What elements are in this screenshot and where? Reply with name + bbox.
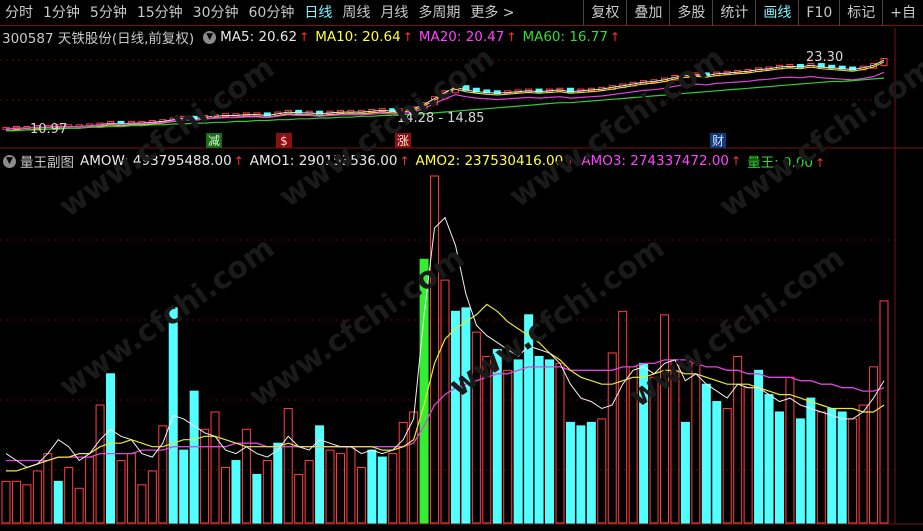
volume-bar: [158, 425, 168, 524]
volume-bar: [95, 404, 105, 524]
volume-bar: [513, 359, 523, 524]
volume-bar: [649, 376, 659, 524]
volume-bar: [837, 411, 847, 524]
volume-bar: [555, 362, 565, 524]
volume-bar: [106, 373, 116, 524]
volume-bar: [816, 411, 826, 524]
low-price-label: 10.97: [30, 122, 67, 137]
volume-bar: [628, 366, 638, 524]
volume-bar: [200, 428, 210, 524]
volume-bar: [252, 473, 262, 524]
volume-bar: [754, 369, 764, 524]
volume-bar: [879, 300, 889, 524]
volume-bar: [848, 418, 858, 524]
volume-bar: [471, 331, 481, 524]
volume-bar: [858, 404, 868, 524]
volume-bar: [346, 446, 356, 524]
volume-bar: [806, 397, 816, 524]
volume-bar: [827, 407, 837, 524]
event-marker-label-2: 涨: [397, 133, 409, 148]
volume-bar: [377, 456, 387, 524]
volume-bar: [618, 310, 628, 524]
volume-bar: [764, 394, 774, 524]
high-price-label: 23.30: [806, 50, 843, 65]
event-marker-label-3: 财: [712, 134, 724, 148]
volume-bar: [32, 470, 42, 524]
volume-bar: [53, 480, 63, 524]
volume-bar: [545, 359, 555, 524]
volume-bar: [43, 453, 53, 524]
volume-bar: [586, 421, 596, 524]
volume-bar: [294, 473, 304, 524]
volume-bar: [179, 449, 189, 524]
volume-bar: [440, 279, 450, 524]
volume-bar: [398, 421, 408, 524]
volume-bar: [576, 425, 586, 524]
volume-bar: [722, 407, 732, 524]
volume-bar: [1, 480, 11, 524]
volume-bar: [74, 487, 84, 524]
volume-bar: [701, 383, 711, 524]
volume-bar: [335, 453, 345, 524]
volume-bar: [597, 418, 607, 524]
volume-bar: [795, 418, 805, 524]
volume-bar: [639, 362, 649, 524]
volume-bar: [503, 369, 513, 524]
volume-bar: [733, 355, 743, 524]
volume-bar: [419, 258, 429, 524]
volume-bar: [660, 314, 669, 524]
volume-bar: [273, 442, 283, 524]
volume-bar: [356, 466, 366, 524]
volume-bar: [126, 453, 136, 524]
volume-bar: [367, 449, 377, 524]
volume-bar: [325, 449, 335, 524]
volume-bar: [492, 349, 502, 524]
volume-bar: [189, 390, 199, 524]
event-marker-label-0: 减: [208, 134, 220, 148]
volume-bar: [283, 407, 293, 524]
volume-bar: [388, 453, 398, 524]
volume-bar: [210, 411, 220, 524]
range-label: 14.28 - 14.85: [397, 111, 484, 126]
volume-bar: [712, 401, 722, 524]
volume-bar: [221, 466, 230, 524]
chart-canvas: 23.30 14.28 - 14.85 10.97 减 $ 涨 财: [0, 28, 923, 525]
volume-bar: [11, 480, 21, 524]
event-marker-label-1: $: [280, 134, 288, 148]
volume-bar: [231, 460, 241, 524]
volume-bar: [607, 352, 617, 524]
volume-bar: [774, 411, 784, 524]
volume-bar: [534, 355, 544, 524]
volume-bar: [482, 355, 492, 524]
volume-bar: [670, 359, 680, 524]
volume-bar: [680, 421, 690, 524]
volume-bar: [64, 466, 74, 524]
volume-bar: [22, 484, 32, 524]
volume-bar: [565, 421, 575, 524]
volume-bar: [147, 470, 157, 524]
volume-bar: [743, 387, 753, 524]
volume-bar: [137, 484, 147, 524]
volume-bar: [450, 310, 460, 524]
volume-bar: [461, 307, 471, 524]
volume-bar: [691, 362, 701, 524]
volume-bar: [85, 456, 95, 524]
